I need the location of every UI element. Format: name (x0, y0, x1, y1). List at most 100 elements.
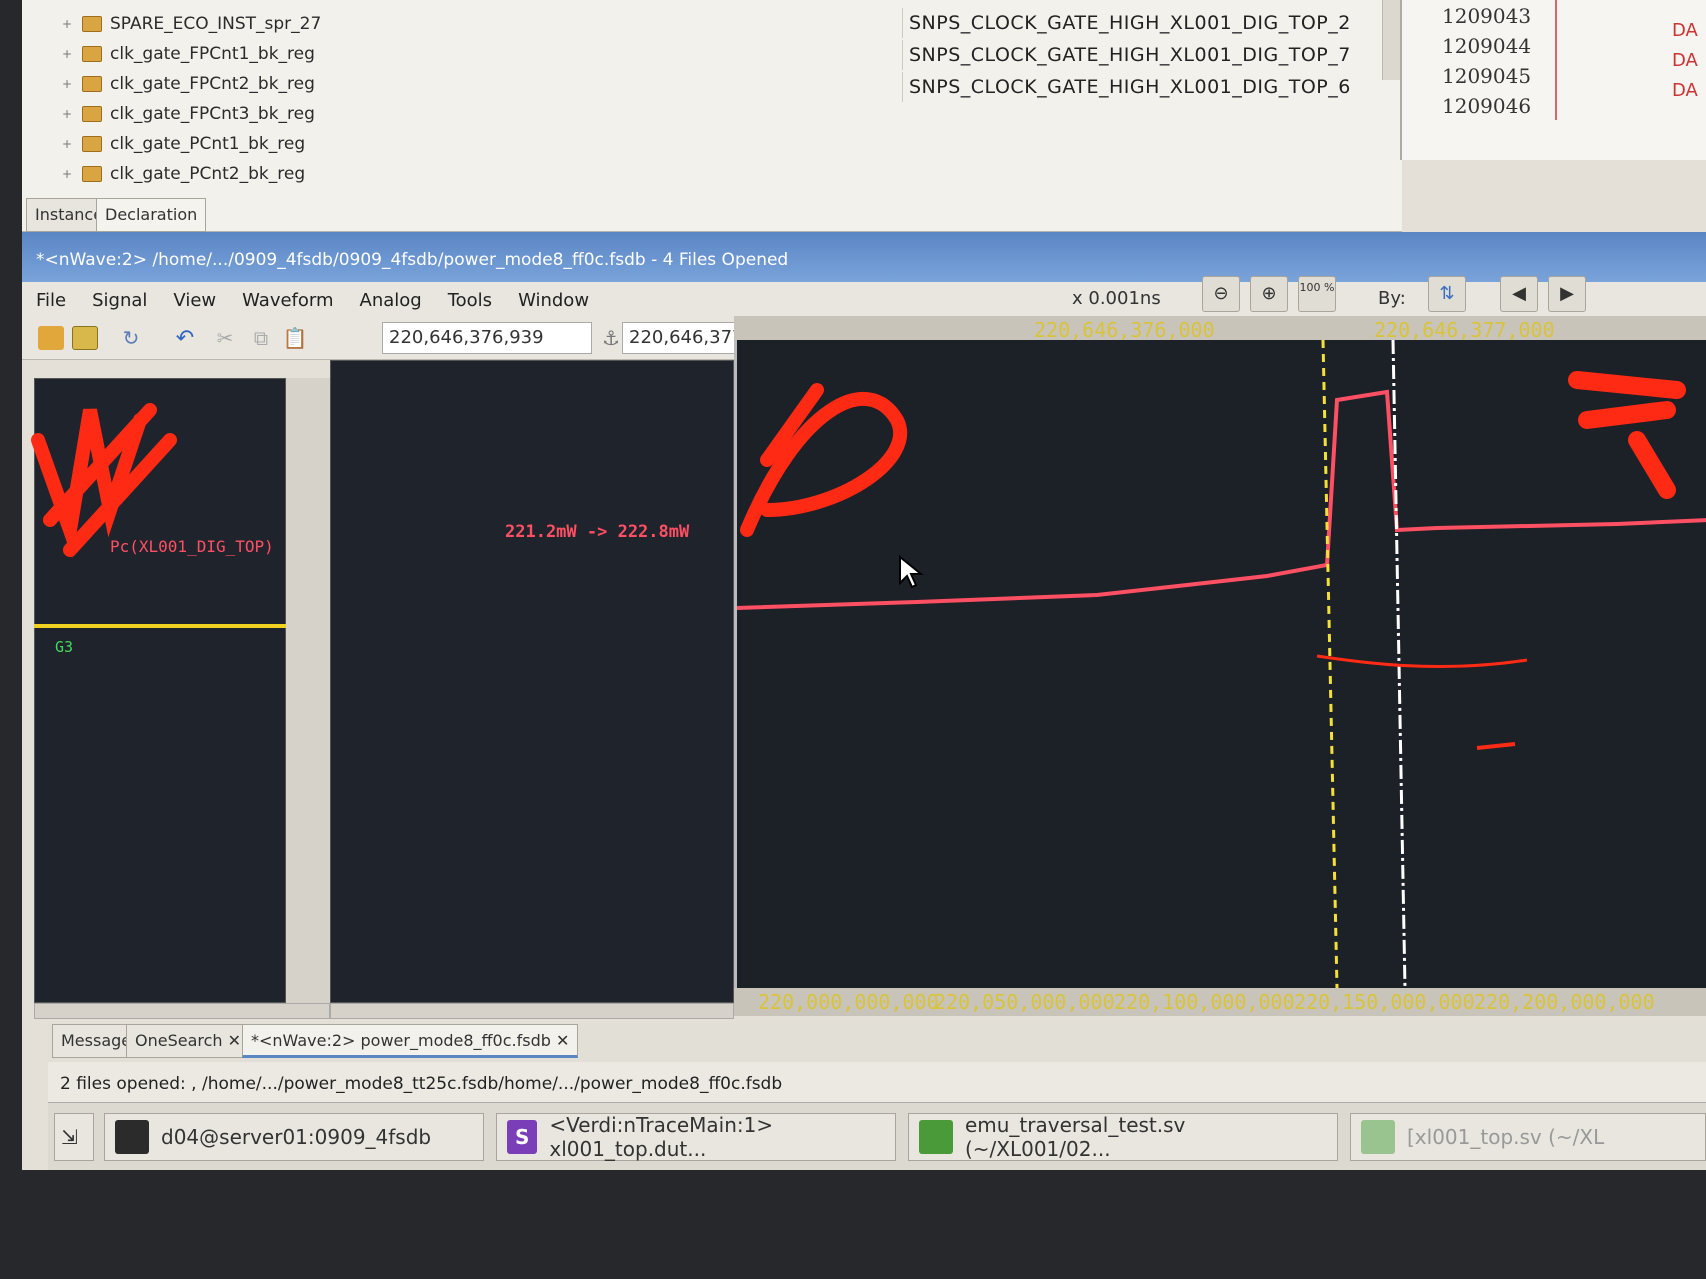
menu-tools[interactable]: Tools (448, 290, 492, 311)
expand-icon[interactable]: + (62, 107, 74, 121)
list-item[interactable]: + clk_gate_PCnt1_bk_reg (62, 130, 305, 158)
pane-splitter[interactable] (286, 378, 330, 1003)
menu-view[interactable]: View (173, 290, 216, 311)
time-scale: x 0.001ns (1072, 288, 1161, 309)
list-item[interactable]: + clk_gate_FPCnt3_bk_reg (62, 100, 315, 128)
task-verdi[interactable]: S <Verdi:nTraceMain:1> xl001_top.dut... (496, 1113, 896, 1161)
menu-file[interactable]: File (36, 290, 66, 311)
next-icon[interactable]: ▶ (1548, 276, 1586, 312)
window-title: *<nWave:2> /home/.../0909_4fsdb/0909_4fs… (22, 232, 1706, 282)
by-label: By: (1378, 288, 1406, 309)
annotation-dash (1476, 742, 1516, 750)
da-label: DA (1672, 20, 1698, 41)
vertical-scrollbar[interactable] (1382, 0, 1400, 80)
task-label: <Verdi:nTraceMain:1> xl001_top.dut... (549, 1113, 774, 1161)
status-bar: 2 files opened: , /home/.../power_mode8_… (48, 1062, 1706, 1102)
open-folder-icon[interactable] (38, 326, 64, 350)
paste-icon[interactable]: 📋 (282, 326, 308, 350)
column-divider (1555, 0, 1557, 120)
expand-icon[interactable]: + (62, 17, 74, 31)
close-icon[interactable]: ✕ (228, 1031, 241, 1050)
expand-icon[interactable]: + (62, 167, 74, 181)
refresh-icon[interactable]: ↻ (118, 326, 144, 350)
prev-icon[interactable]: ◀ (1500, 276, 1538, 312)
value-column: 1209043 1209044 1209045 1209046 DA DA DA (1400, 0, 1706, 160)
cursor-time-field[interactable]: 220,646,376,939 (382, 322, 592, 354)
list-item[interactable]: + SPARE_ECO_INST_spr_27 (62, 10, 321, 38)
folder-icon (82, 76, 102, 92)
hierarchy-panel: + SPARE_ECO_INST_spr_27 + clk_gate_FPCnt1_… (22, 0, 1402, 232)
scribble-overlay (31, 403, 177, 558)
screen: + SPARE_ECO_INST_spr_27 + clk_gate_FPCnt1_… (0, 0, 1706, 1279)
folder-icon (82, 136, 102, 152)
instance-name: SPARE_ECO_INST_spr_27 (110, 14, 322, 34)
check-icon[interactable] (72, 326, 98, 350)
menu-waveform[interactable]: Waveform (242, 290, 333, 311)
monitor-bezel (0, 1170, 1706, 1279)
menu-signal[interactable]: Signal (92, 290, 147, 311)
module-cell: SNPS_CLOCK_GATE_HIGH_XL001_DIG_TOP_7 (902, 40, 1382, 70)
ruler-label: 220,050,000,000 (934, 990, 1115, 1014)
instance-name: clk_gate_PCnt1_bk_reg (110, 134, 306, 154)
folder-icon (82, 46, 102, 62)
task-terminal[interactable]: d04@server01:0909_4fsdb (104, 1113, 484, 1161)
list-item[interactable]: + clk_gate_FPCnt1_bk_reg (62, 40, 315, 68)
group-name[interactable]: G3 (55, 638, 73, 656)
mouse-pointer-icon (899, 555, 924, 589)
ruler-label: 220,100,000,000 (1114, 990, 1295, 1014)
number-cell: 1209044 (1442, 34, 1532, 58)
task-editor[interactable]: emu_traversal_test.sv (~/XL001/02... (908, 1113, 1338, 1161)
cut-icon[interactable]: ✂ (212, 326, 238, 350)
marker-icon[interactable]: ⚓ (598, 326, 624, 350)
time-ruler-top[interactable]: 220,646,376,000 220,646,377,000 (734, 316, 1706, 342)
ruler-label: 220,646,377,000 (1374, 318, 1555, 342)
gvim-icon (1361, 1120, 1395, 1154)
horizontal-scrollbar[interactable] (34, 1003, 330, 1019)
search-by-icon[interactable]: ⇅ (1428, 276, 1466, 312)
folder-icon (82, 16, 102, 32)
menu-analog[interactable]: Analog (360, 290, 422, 311)
folder-icon (82, 166, 102, 182)
close-icon[interactable]: ✕ (556, 1031, 569, 1050)
task-editor-2[interactable]: [xl001_top.sv (~/XL (1350, 1113, 1706, 1161)
desktop-switch-icon[interactable]: ⇲ (54, 1113, 94, 1161)
tab-onesearch[interactable]: OneSearch ✕ (126, 1024, 251, 1058)
scribble-overlay (740, 383, 907, 537)
tab-nwave[interactable]: *<nWave:2> power_mode8_ff0c.fsdb ✕ (242, 1024, 579, 1058)
group-divider (34, 624, 286, 628)
expand-icon[interactable]: + (62, 47, 74, 61)
horizontal-scrollbar[interactable] (330, 1003, 734, 1019)
menu-window[interactable]: Window (518, 290, 589, 311)
da-label: DA (1672, 50, 1698, 71)
tab-label: OneSearch (135, 1031, 223, 1050)
expand-icon[interactable]: + (62, 77, 74, 91)
zoom-out-icon[interactable]: ⊖ (1202, 276, 1240, 312)
task-label: emu_traversal_test.sv (~/XL001/02... (964, 1113, 1186, 1161)
number-cell: 1209046 (1442, 94, 1532, 118)
expand-icon[interactable]: + (62, 137, 74, 151)
tab-declaration[interactable]: Declaration (96, 198, 207, 232)
list-item[interactable]: + clk_gate_PCnt2_bk_reg (62, 160, 305, 188)
number-cell: 1209043 (1442, 4, 1532, 28)
da-label: DA (1672, 80, 1698, 101)
undo-icon[interactable]: ↶ (172, 326, 198, 351)
zoom-in-icon[interactable]: ⊕ (1250, 276, 1288, 312)
copy-icon[interactable]: ⧉ (248, 326, 274, 350)
tab-label: *<nWave:2> power_mode8_ff0c.fsdb (251, 1031, 551, 1050)
time-ruler-bottom[interactable]: 220,000,000,000 220,050,000,000 220,100,… (734, 988, 1706, 1016)
signal-value: 221.2mW -> 222.8mW (505, 522, 690, 542)
zoom-fit-button[interactable]: 100 % (1298, 276, 1336, 312)
module-cell: SNPS_CLOCK_GATE_HIGH_XL001_DIG_TOP_2 (902, 8, 1382, 38)
value-pane[interactable] (330, 360, 734, 1003)
list-item[interactable]: + clk_gate_FPCnt2_bk_reg (62, 70, 315, 98)
task-label: d04@server01:0909_4fsdb (161, 1125, 432, 1149)
menu-bar: File Signal View Waveform Analog Tools W… (22, 276, 1706, 318)
waveform-pane[interactable] (734, 339, 1706, 989)
signal-waveform (736, 389, 1706, 610)
terminal-icon (115, 1120, 149, 1154)
gvim-icon (919, 1120, 953, 1154)
ruler-label: 220,000,000,000 (758, 990, 939, 1014)
signal-name[interactable]: Pc(XL001_DIG_TOP) (110, 537, 274, 556)
number-cell: 1209045 (1442, 64, 1532, 88)
annotation-underline (1316, 654, 1528, 669)
